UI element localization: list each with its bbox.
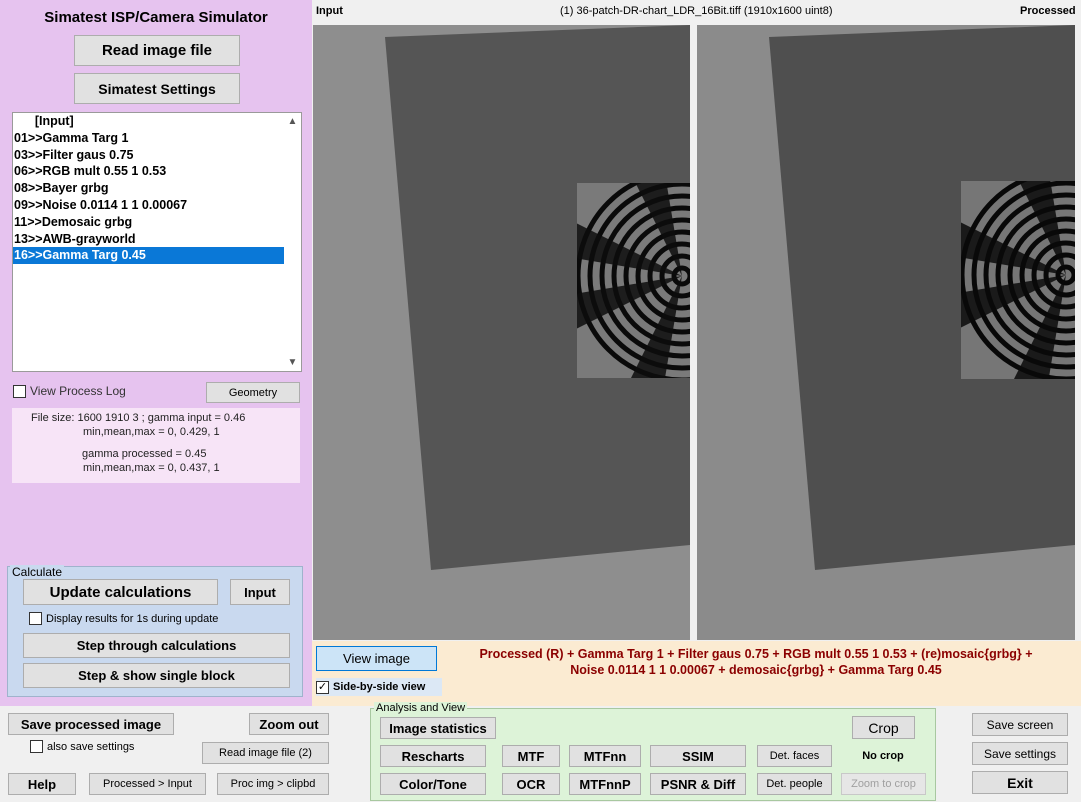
analysis-legend: Analysis and View (374, 702, 468, 714)
save-settings-button[interactable]: Save settings (972, 742, 1068, 765)
view-process-log-label: View Process Log (30, 384, 126, 398)
zoom-to-crop-button[interactable]: Zoom to crop (841, 773, 926, 795)
step-single-block-button[interactable]: Step & show single block (23, 663, 290, 688)
read-image-button[interactable]: Read image file (74, 35, 240, 66)
view-process-log-checkbox[interactable]: View Process Log (13, 384, 126, 398)
processed-to-input-button[interactable]: Processed > Input (89, 773, 206, 795)
input-view-label: Input (316, 5, 343, 17)
color-tone-button[interactable]: Color/Tone (380, 773, 486, 795)
chevron-up-icon[interactable]: ▲ (284, 113, 301, 130)
file-info-box: File size: 1600 1910 3 ; gamma input = 0… (12, 408, 300, 483)
process-list-item[interactable]: 13>>AWB-grayworld (13, 231, 286, 248)
processed-image-content (697, 25, 1075, 640)
process-list-item[interactable]: [Input] (13, 113, 286, 130)
detect-people-button[interactable]: Det. people (757, 773, 832, 795)
process-list-item[interactable]: 06>>RGB mult 0.55 1 0.53 (13, 163, 286, 180)
processed-view-label: Processed (1020, 5, 1076, 17)
info-line-1: File size: 1600 1910 3 ; gamma input = 0… (31, 412, 246, 424)
help-button[interactable]: Help (8, 773, 76, 795)
save-screen-button[interactable]: Save screen (972, 713, 1068, 736)
mtfnnp-button[interactable]: MTFnnP (569, 773, 641, 795)
step-through-button[interactable]: Step through calculations (23, 633, 290, 658)
mtfnn-button[interactable]: MTFnn (569, 745, 641, 767)
zoom-out-button[interactable]: Zoom out (249, 713, 329, 735)
process-list-item[interactable]: 11>>Demosaic grbg (13, 214, 286, 231)
ocr-button[interactable]: OCR (502, 773, 560, 795)
processed-image-view[interactable] (697, 25, 1075, 640)
no-crop-label: No crop (862, 750, 904, 762)
info-line-4: min,mean,max = 0, 0.437, 1 (83, 462, 220, 474)
info-line-3: gamma processed = 0.45 (82, 448, 207, 460)
side-by-side-label: Side-by-side view (333, 681, 426, 693)
display-results-checkbox[interactable]: Display results for 1s during update (29, 612, 218, 625)
input-image-content (313, 25, 690, 640)
image-statistics-button[interactable]: Image statistics (380, 717, 496, 739)
checkmark-icon[interactable]: ✓ (316, 680, 329, 694)
process-list-item[interactable]: 03>>Filter gaus 0.75 (13, 147, 286, 164)
simatest-settings-button[interactable]: Simatest Settings (74, 73, 240, 104)
input-image-view[interactable] (313, 25, 690, 640)
crop-button[interactable]: Crop (852, 716, 915, 739)
process-list-item[interactable]: 16>>Gamma Targ 0.45 (13, 247, 286, 265)
summary-line-1: Processed (R) + Gamma Targ 1 + Filter ga… (479, 647, 1033, 661)
update-calculations-button[interactable]: Update calculations (23, 579, 218, 605)
checkbox-box[interactable] (13, 384, 26, 398)
also-save-settings-checkbox[interactable]: also save settings (30, 740, 134, 753)
ssim-button[interactable]: SSIM (650, 745, 746, 767)
detect-faces-button[interactable]: Det. faces (757, 745, 832, 767)
view-image-button[interactable]: View image (316, 646, 437, 671)
summary-line-2: Noise 0.0114 1 1 0.00067 + demosaic{grbg… (570, 663, 942, 677)
process-list-item[interactable]: 01>>Gamma Targ 1 (13, 130, 286, 147)
checkbox-box[interactable] (29, 612, 42, 625)
process-list[interactable]: [Input] 01>>Gamma Targ 1 03>>Filter gaus 0… (12, 112, 302, 372)
file-name-label: (1) 36-patch-DR-chart_LDR_16Bit.tiff (19… (560, 5, 833, 17)
rescharts-button[interactable]: Rescharts (380, 745, 486, 767)
geometry-button[interactable]: Geometry (206, 382, 300, 403)
calculate-legend: Calculate (10, 565, 65, 579)
process-summary: Processed (R) + Gamma Targ 1 + Filter ga… (450, 646, 1062, 678)
side-by-side-checkbox[interactable]: ✓ Side-by-side view (316, 678, 442, 696)
info-line-2: min,mean,max = 0, 0.429, 1 (83, 426, 220, 438)
save-processed-image-button[interactable]: Save processed image (8, 713, 174, 735)
mtf-button[interactable]: MTF (502, 745, 560, 767)
display-results-label: Display results for 1s during update (46, 612, 219, 625)
chevron-down-icon[interactable]: ▼ (284, 354, 301, 371)
app-title: Simatest ISP/Camera Simulator (44, 9, 268, 26)
list-scrollbar[interactable]: ▲ ▼ (284, 113, 301, 371)
process-list-item[interactable]: 08>>Bayer grbg (13, 180, 286, 197)
input-button[interactable]: Input (230, 579, 290, 605)
psnr-diff-button[interactable]: PSNR & Diff (650, 773, 746, 795)
checkbox-box[interactable] (30, 740, 43, 753)
exit-button[interactable]: Exit (972, 771, 1068, 794)
process-list-item[interactable]: 09>>Noise 0.0114 1 1 0.00067 (13, 197, 286, 214)
read-image-2-button[interactable]: Read image file (2) (202, 742, 329, 764)
proc-img-clipbd-button[interactable]: Proc img > clipbd (217, 773, 329, 795)
also-save-settings-label: also save settings (47, 740, 135, 753)
